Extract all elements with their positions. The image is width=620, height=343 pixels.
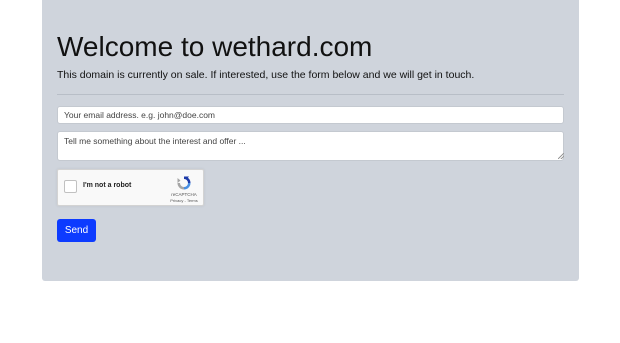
recaptcha-logo-icon — [176, 175, 192, 191]
sale-card: Welcome to wethard.com This domain is cu… — [42, 0, 579, 281]
email-input[interactable] — [57, 106, 564, 124]
page-subtitle: This domain is currently on sale. If int… — [57, 69, 475, 81]
send-button[interactable]: Send — [57, 219, 96, 242]
textarea-resize-handle[interactable] — [558, 153, 564, 159]
recaptcha-links: Privacy - Terms — [166, 198, 202, 203]
recaptcha-label: I'm not a robot — [83, 182, 132, 189]
recaptcha-checkbox[interactable] — [64, 180, 77, 193]
message-textarea[interactable] — [57, 131, 564, 161]
page-title: Welcome to wethard.com — [57, 31, 373, 62]
privacy-link[interactable]: Privacy — [170, 198, 183, 203]
divider — [57, 94, 564, 95]
recaptcha-brand: reCAPTCHA — [171, 192, 197, 197]
recaptcha-widget: I'm not a robot reCAPTCHA Privacy - Term… — [57, 169, 204, 206]
terms-link[interactable]: Terms — [187, 198, 198, 203]
